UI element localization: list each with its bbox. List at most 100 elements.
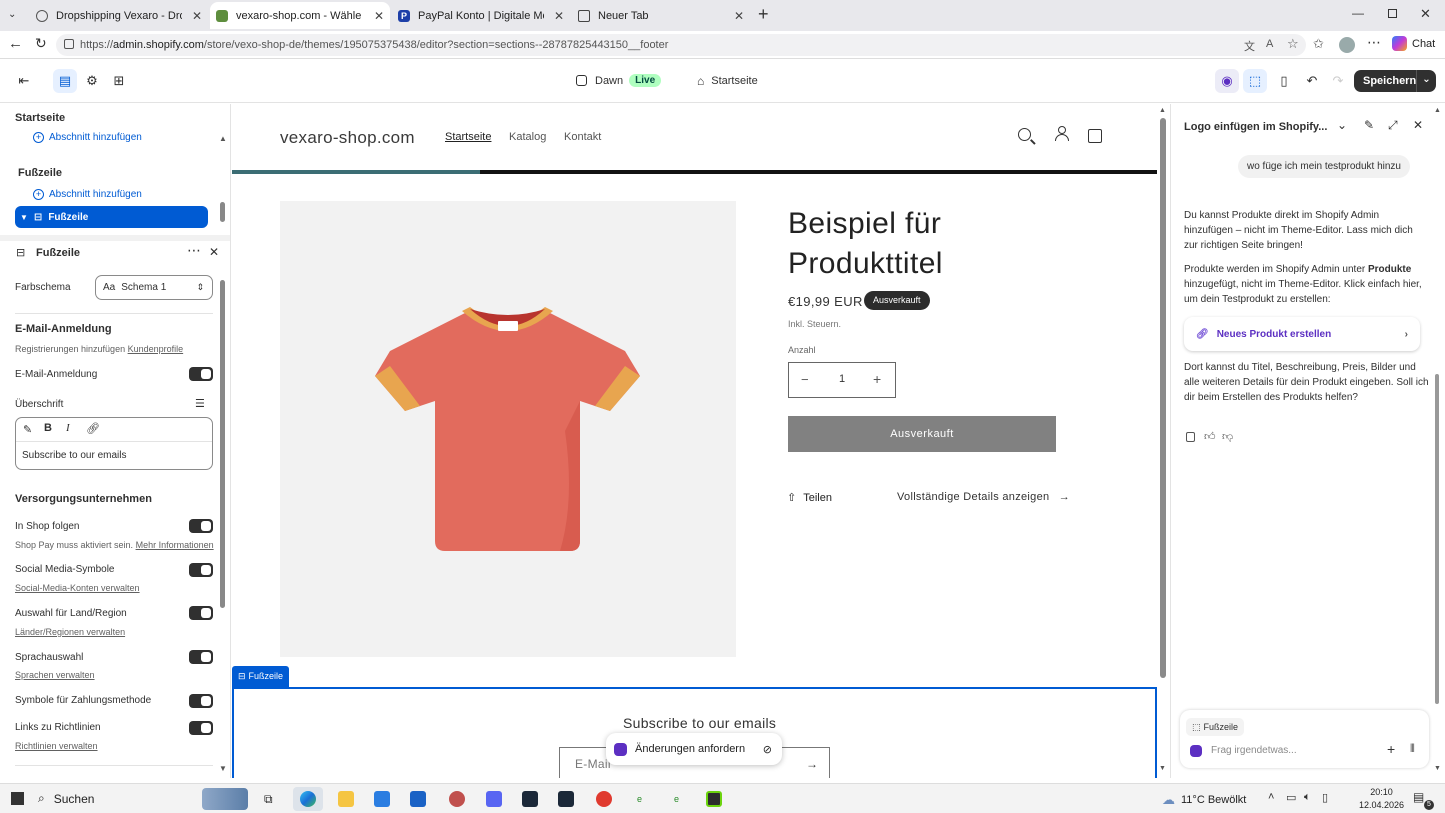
apps-icon[interactable]: ⊞: [107, 69, 131, 93]
sidekick-icon[interactable]: ◉: [1215, 69, 1239, 93]
customer-profiles-link[interactable]: Kundenprofile: [128, 344, 184, 354]
view-full-details-link[interactable]: Vollständige Details anzeigen →: [897, 491, 1070, 503]
steam-icon[interactable]: [558, 791, 574, 807]
copilot-chat-button[interactable]: Chat: [1392, 36, 1435, 51]
request-changes-pill[interactable]: Änderungen anfordern ⊘: [606, 733, 782, 765]
read-aloud-icon[interactable]: A: [1266, 38, 1273, 50]
battery-icon[interactable]: ▯: [1322, 791, 1328, 804]
sections-icon[interactable]: ▤: [53, 69, 77, 93]
submit-arrow-icon[interactable]: →: [806, 757, 818, 771]
languages-link[interactable]: Sprachen verwalten: [15, 670, 95, 680]
close-tab-icon[interactable]: ✕: [192, 9, 202, 23]
chat-scrollbar-thumb[interactable]: [1435, 374, 1439, 704]
new-tab-plus-icon[interactable]: +: [758, 4, 769, 25]
store-icon[interactable]: [374, 791, 390, 807]
minimize-window-icon[interactable]: —: [1352, 6, 1364, 20]
steam-icon[interactable]: [522, 791, 538, 807]
language-selector-toggle[interactable]: [189, 650, 213, 664]
close-chat-icon[interactable]: ✕: [1413, 118, 1423, 132]
site-info-icon[interactable]: [64, 39, 74, 49]
browser-tab[interactable]: P PayPal Konto | Digitale Mobile Wa ✕: [392, 4, 570, 27]
search-highlight-image[interactable]: [202, 788, 248, 810]
account-icon[interactable]: [1054, 126, 1070, 142]
app-icon[interactable]: [596, 791, 612, 807]
country-selector-toggle[interactable]: [189, 606, 213, 620]
hide-eye-icon[interactable]: ⊘: [763, 743, 772, 756]
chat-input[interactable]: Frag irgendetwas...: [1211, 745, 1297, 756]
social-accounts-link[interactable]: Social-Media-Konten verwalten: [15, 583, 140, 593]
back-arrow-icon[interactable]: ←: [8, 35, 23, 52]
url-field[interactable]: https://admin.shopify.com/store/vexo-sho…: [56, 34, 1306, 56]
chat-title[interactable]: Logo einfügen im Shopify...: [1184, 121, 1327, 133]
windows-start-icon[interactable]: [11, 792, 24, 805]
inspector-icon[interactable]: ⬚: [1243, 69, 1267, 93]
chat-history-chevron-icon[interactable]: ⌄: [1337, 118, 1347, 132]
redo-icon[interactable]: ↷: [1326, 69, 1350, 93]
clear-format-icon[interactable]: ✎: [23, 423, 32, 436]
store-logo[interactable]: vexaro-shop.com: [280, 128, 415, 148]
social-icons-toggle[interactable]: [189, 563, 213, 577]
expand-icon[interactable]: ⤢: [1388, 118, 1398, 133]
more-options-icon[interactable]: ⋯: [187, 242, 201, 259]
quantity-value[interactable]: 1: [839, 373, 845, 385]
notification-bell-icon[interactable]: ▤: [1413, 790, 1424, 804]
context-chip[interactable]: ⬚ Fußzeile: [1186, 718, 1245, 736]
scroll-down-arrow-icon[interactable]: ▼: [1159, 765, 1166, 772]
store-nav-home[interactable]: Startseite: [445, 131, 491, 143]
selected-footer-item[interactable]: ▼ ⊟ Fußzeile: [15, 206, 208, 228]
new-product-link-card[interactable]: 🔗︎ Neues Produkt erstellen ›: [1184, 317, 1420, 351]
more-info-link[interactable]: Mehr Informationen: [136, 540, 214, 550]
section-list-scrollbar[interactable]: [220, 202, 225, 222]
clock[interactable]: 20:10 12.04.2026: [1359, 786, 1404, 812]
tray-chevron-icon[interactable]: ˄: [1268, 791, 1274, 803]
attach-plus-icon[interactable]: +: [1387, 741, 1395, 757]
mail-icon[interactable]: [410, 791, 426, 807]
scroll-down-arrow-icon[interactable]: ▼: [219, 764, 227, 773]
exit-editor-icon[interactable]: ⇤: [12, 69, 36, 93]
restore-window-icon[interactable]: [1388, 9, 1397, 18]
settings-scrollbar-thumb[interactable]: [220, 280, 225, 608]
browser-tab[interactable]: Neuer Tab ✕: [572, 4, 750, 27]
translate-icon[interactable]: 文: [1244, 38, 1255, 54]
close-tab-icon[interactable]: ✕: [734, 9, 744, 23]
add-section-button[interactable]: + Abschnitt hinzufügen: [33, 189, 142, 200]
edge-icon[interactable]: [293, 787, 323, 811]
app-icon[interactable]: [449, 791, 465, 807]
browser-tab-active[interactable]: vexaro-shop.com - Wähle deinen P ✕: [210, 2, 390, 29]
scroll-up-arrow-icon[interactable]: ▲: [219, 134, 227, 143]
network-icon[interactable]: ▭: [1286, 791, 1296, 804]
panel-scroll-down-icon[interactable]: ▼: [1434, 765, 1441, 772]
link-icon[interactable]: 🔗︎: [86, 422, 100, 435]
app-icon[interactable]: e: [637, 794, 642, 804]
store-nav-contact[interactable]: Kontakt: [564, 131, 601, 143]
search-icon[interactable]: [1018, 128, 1031, 141]
volume-icon[interactable]: 🔈︎: [1304, 791, 1311, 804]
save-dropdown-chevron-icon[interactable]: ⌄: [1416, 70, 1436, 92]
profile-avatar-icon[interactable]: [1339, 37, 1355, 53]
theme-selector[interactable]: Dawn Live: [576, 74, 662, 87]
app-icon[interactable]: e: [674, 794, 679, 804]
mobile-preview-icon[interactable]: ▯: [1272, 69, 1296, 93]
bold-icon[interactable]: B: [44, 422, 52, 434]
chevron-down-icon[interactable]: ▼: [20, 213, 28, 222]
increment-button[interactable]: +: [873, 371, 881, 387]
scroll-thumb[interactable]: [1160, 118, 1166, 678]
color-scheme-select[interactable]: Aa Schema 1 ⇕: [95, 275, 213, 300]
footer-selection-tag[interactable]: ⊟ Fußzeile: [232, 666, 290, 687]
close-tab-icon[interactable]: ✕: [554, 9, 564, 23]
file-explorer-icon[interactable]: [338, 791, 354, 807]
preview-scrollbar[interactable]: ▲ ▼: [1157, 104, 1169, 778]
browser-tab[interactable]: Dropshipping Vexaro - Dropshipping ✕: [30, 4, 208, 27]
share-button[interactable]: ⇧ Teilen: [787, 491, 832, 505]
policy-links-toggle[interactable]: [189, 721, 213, 735]
decrement-button[interactable]: −: [801, 372, 809, 387]
thumbs-up-icon[interactable]: 👍︎: [1204, 430, 1216, 443]
app-icon[interactable]: [706, 791, 722, 807]
italic-icon[interactable]: I: [66, 422, 70, 434]
copy-icon[interactable]: [1186, 432, 1195, 442]
favorites-icon[interactable]: ✩: [1313, 36, 1324, 52]
thumbs-down-icon[interactable]: 👎︎: [1222, 430, 1233, 443]
weather-widget[interactable]: ☁ 11°C Bewölkt: [1162, 792, 1246, 808]
tab-list-dropdown-icon[interactable]: ⌄: [8, 9, 16, 20]
heading-text-value[interactable]: Subscribe to our emails: [22, 450, 127, 461]
